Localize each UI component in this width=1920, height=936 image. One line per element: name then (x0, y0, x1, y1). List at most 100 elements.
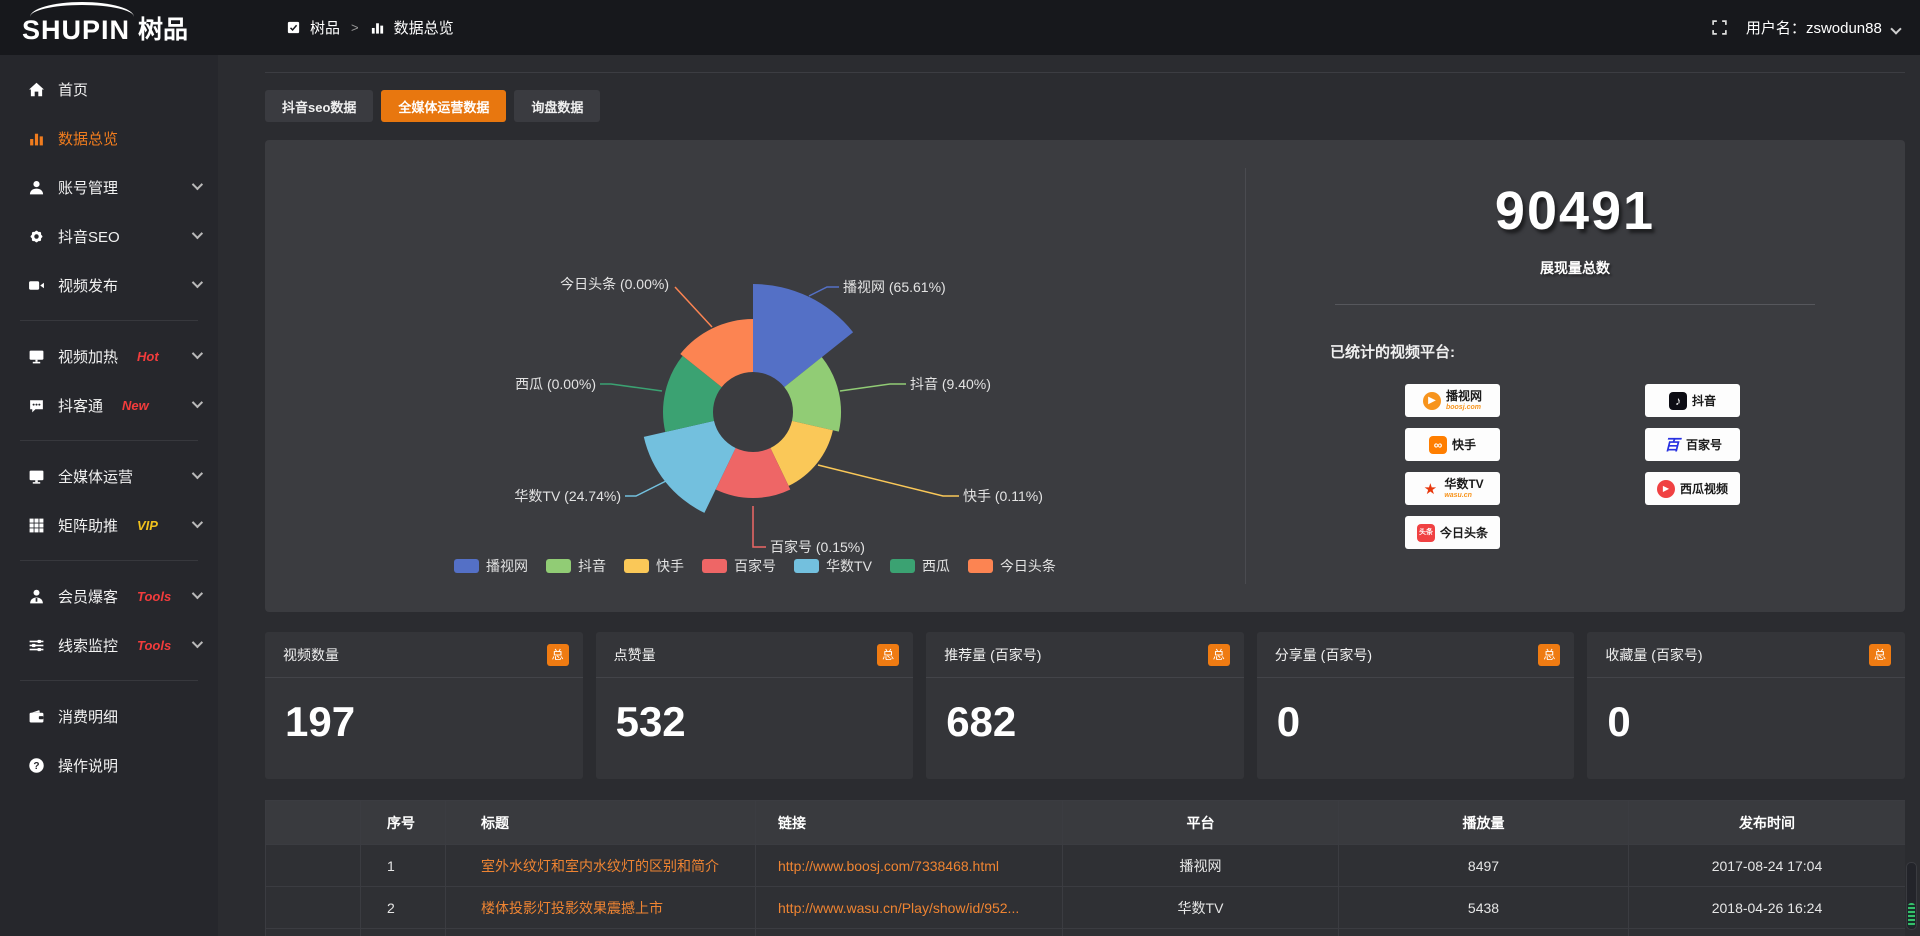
pie-label: 华数TV (24.74%) (514, 488, 621, 504)
platform-badge-text: 抖音 (1692, 395, 1716, 407)
chevron-down-icon (192, 587, 203, 598)
breadcrumb-root[interactable]: 树品 (310, 17, 340, 38)
main-content: 抖音seo数据全媒体运营数据询盘数据 播视网 (65.61%)抖音 (9.40%… (218, 55, 1920, 936)
cell-link[interactable] (756, 929, 1063, 936)
platforms-grid: ▶播视网boosj.com♪抖音∞快手百百家号★华数TVwasu.cn▶西瓜视频… (1405, 384, 1905, 549)
tab-2[interactable]: 询盘数据 (514, 90, 600, 122)
legend-item-今日头条[interactable]: 今日头条 (968, 556, 1056, 576)
legend-item-西瓜[interactable]: 西瓜 (890, 556, 950, 576)
sidebar-item-label: 账号管理 (58, 177, 118, 198)
cell-title[interactable]: 楼体投影灯投影效果震撼上市 (446, 887, 756, 929)
fullscreen-icon[interactable] (1711, 19, 1728, 36)
help-icon: ? (28, 757, 45, 774)
label-leader-line (809, 287, 839, 296)
label-leader-line (625, 481, 666, 496)
legend-item-抖音[interactable]: 抖音 (546, 556, 606, 576)
stat-card-header: 推荐量 (百家号)总 (926, 632, 1244, 678)
column-header: 链接 (756, 801, 1063, 845)
legend-swatch (702, 559, 727, 573)
label-leader-line (753, 506, 766, 547)
sidebar-item-label: 抖音SEO (58, 226, 120, 247)
table-row-0: 1室外水纹灯和室内水纹灯的区别和简介http://www.boosj.com/7… (266, 845, 1906, 887)
platforms-title: 已统计的视频平台: (1330, 341, 1905, 362)
cell-title[interactable] (446, 929, 756, 936)
platform-badge-快手: ∞快手 (1405, 428, 1500, 461)
sidebar-item-3[interactable]: 抖音SEO (0, 212, 218, 261)
legend-label: 西瓜 (922, 556, 950, 576)
sidebar-item-4[interactable]: 视频发布 (0, 261, 218, 310)
sidebar-item-2[interactable]: 账号管理 (0, 163, 218, 212)
rose-chart: 播视网 (65.61%)抖音 (9.40%)快手 (0.11%)百家号 (0.1… (265, 154, 1245, 612)
platform-badge-华数TV: ★华数TVwasu.cn (1405, 472, 1500, 505)
cell-title[interactable]: 室外水纹灯和室内水纹灯的区别和简介 (446, 845, 756, 887)
total-badge: 总 (1869, 644, 1891, 666)
legend-item-播视网[interactable]: 播视网 (454, 556, 528, 576)
platform-name: 抖音 (1692, 395, 1716, 407)
breadcrumb-separator: > (351, 20, 359, 35)
platform-badge-text: 百家号 (1686, 439, 1722, 451)
user-menu[interactable]: 用户名：zswodun88 (1746, 17, 1900, 38)
platform-name: 播视网 (1446, 390, 1482, 402)
sidebar-divider (20, 440, 198, 441)
sidebar-item-label: 操作说明 (58, 755, 118, 776)
app-square-icon (286, 20, 301, 35)
platform-badge-text: 快手 (1452, 439, 1476, 451)
xigua-logo-icon: ▶ (1657, 480, 1675, 498)
sidebar-item-label: 视频发布 (58, 275, 118, 296)
sidebar-item-5[interactable]: 视频加热Hot (0, 332, 218, 381)
bar-chart-icon (370, 20, 385, 35)
legend-item-华数TV[interactable]: 华数TV (794, 556, 872, 576)
sidebar-item-label: 消费明细 (58, 706, 118, 727)
sidebar-item-0[interactable]: 首页 (0, 65, 218, 114)
svg-text:?: ? (33, 761, 39, 772)
column-header: 发布时间 (1629, 801, 1906, 845)
chevron-down-icon (192, 178, 203, 189)
stat-card-title: 视频数量 (283, 645, 339, 665)
sidebar-item-11[interactable]: 消费明细 (0, 692, 218, 741)
sidebar-item-9[interactable]: 会员爆客Tools (0, 572, 218, 621)
scrollbar-thumb[interactable] (1908, 903, 1915, 927)
sidebar-item-8[interactable]: 矩阵助推VIP (0, 501, 218, 550)
cell-link[interactable]: http://www.boosj.com/7338468.html (756, 845, 1063, 887)
sidebar-item-12[interactable]: ? 操作说明 (0, 741, 218, 790)
sidebar-item-7[interactable]: 全媒体运营 (0, 452, 218, 501)
legend-item-快手[interactable]: 快手 (624, 556, 684, 576)
header-right: 用户名：zswodun88 (1711, 17, 1920, 38)
sidebar-item-label: 视频加热 (58, 346, 118, 367)
sidebar-divider (20, 560, 198, 561)
pie-slice-播视网[interactable] (753, 284, 853, 387)
tab-1[interactable]: 全媒体运营数据 (381, 90, 506, 122)
cell-link[interactable]: http://www.wasu.cn/Play/show/id/952... (756, 887, 1063, 929)
wallet-icon (28, 708, 45, 725)
gear-icon (28, 228, 45, 245)
column-header: 播放量 (1339, 801, 1629, 845)
platform-badge-text: 播视网boosj.com (1446, 390, 1482, 411)
app-logo: SHUPIN 树品 (0, 10, 218, 46)
pie-label: 播视网 (65.61%) (843, 279, 946, 295)
stat-card-4: 收藏量 (百家号)总0 (1587, 632, 1905, 779)
platform-name: 西瓜视频 (1680, 483, 1728, 495)
total-badge: 总 (877, 644, 899, 666)
scrollbar[interactable] (1906, 862, 1917, 930)
pie-slice-华数TV[interactable] (644, 421, 736, 513)
row-checkbox-cell (266, 845, 361, 887)
stat-card-title: 点赞量 (614, 645, 656, 665)
cell-platform: 播视网 (1063, 845, 1339, 887)
stat-card-0: 视频数量总197 (265, 632, 583, 779)
platform-badge-text: 今日头条 (1440, 527, 1488, 539)
table-header-row: 序号标题链接平台播放量发布时间 (266, 801, 1906, 845)
sidebar-divider (20, 680, 198, 681)
monitor-icon (28, 468, 45, 485)
label-leader-line (675, 287, 712, 327)
chevron-down-icon (192, 227, 203, 238)
tab-0[interactable]: 抖音seo数据 (265, 90, 373, 122)
table-body: 1室外水纹灯和室内水纹灯的区别和简介http://www.boosj.com/7… (266, 845, 1906, 936)
sidebar-item-6[interactable]: 抖客通New (0, 381, 218, 430)
pie-chart-svg[interactable]: 播视网 (65.61%)抖音 (9.40%)快手 (0.11%)百家号 (0.1… (265, 154, 1245, 612)
pie-label: 今日头条 (0.00%) (560, 276, 669, 292)
sidebar-item-10[interactable]: 线索监控Tools (0, 621, 218, 670)
legend-item-百家号[interactable]: 百家号 (702, 556, 776, 576)
legend-swatch (794, 559, 819, 573)
sidebar-nav: 首页数据总览账号管理抖音SEO 视频发布视频加热Hot抖客通New 全媒体运营矩阵助… (0, 65, 218, 790)
sidebar-item-1[interactable]: 数据总览 (0, 114, 218, 163)
